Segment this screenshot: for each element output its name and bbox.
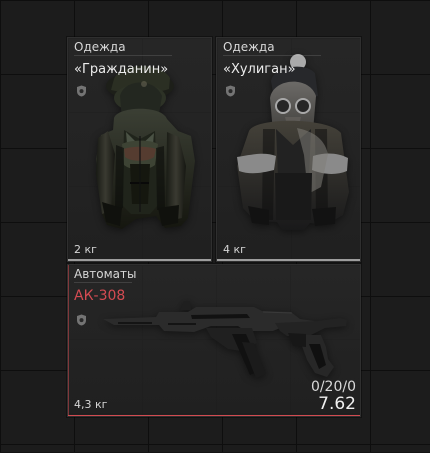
item-weight-label: 4 кг: [223, 243, 246, 256]
selection-line: [217, 259, 360, 261]
caliber-label: 7.62: [318, 394, 356, 414]
inventory-item-civilian-outfit[interactable]: Одежда «Гражданин» 2 кг: [67, 37, 212, 262]
item-category-label: Автоматы: [74, 267, 137, 281]
shield-icon: [226, 85, 235, 97]
selection-side-line: [68, 265, 69, 416]
ammo-count-label: 0/20/0: [310, 379, 356, 395]
item-weight-label: 2 кг: [74, 243, 97, 256]
item-category-label: Одежда: [74, 40, 126, 54]
item-weight-label: 4,3 кг: [74, 398, 108, 411]
shield-icon: [77, 314, 86, 326]
item-name-label: «Хулиган»: [223, 62, 296, 77]
item-name-label: «Гражданин»: [74, 62, 169, 77]
selection-line: [68, 259, 211, 261]
selection-line: [68, 415, 360, 416]
shield-icon: [77, 85, 86, 97]
item-category-label: Одежда: [223, 40, 275, 54]
category-divider: [74, 55, 172, 56]
item-name-label: АК-308: [74, 288, 126, 304]
category-divider: [74, 282, 132, 283]
inventory-item-ak-308[interactable]: Автоматы АК-308 0/20/0 7.62 4,3 кг: [67, 264, 361, 417]
inventory-item-hooligan-outfit[interactable]: Одежда «Хулиган» 4 кг: [216, 37, 361, 262]
category-divider: [223, 55, 321, 56]
